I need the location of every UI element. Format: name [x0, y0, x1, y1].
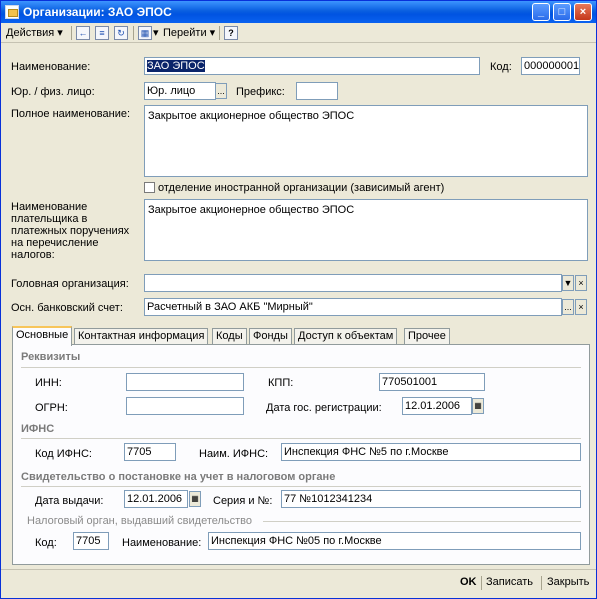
goto-menu[interactable]: Перейти ▾	[163, 25, 215, 41]
issuer-name-input[interactable]: Инспекция ФНС №05 по г.Москве	[208, 532, 581, 550]
entity-type-label: Юр. / физ. лицо:	[11, 86, 95, 98]
reg-date-label: Дата гос. регистрации:	[266, 402, 382, 414]
section-divider	[21, 486, 581, 487]
tab-contact-info[interactable]: Контактная информация	[74, 328, 209, 345]
tab-panel-main: Реквизиты ИНН: КПП: 770501001 ОГРН: Дата…	[12, 344, 590, 565]
head-org-clear-button[interactable]: ×	[575, 275, 587, 291]
tab-object-access[interactable]: Доступ к объектам	[294, 328, 398, 345]
series-label: Серия и №:	[213, 495, 273, 507]
back-arrow-icon[interactable]: ←	[76, 26, 90, 40]
structure-dropdown[interactable]: ▾	[153, 25, 159, 41]
ok-button[interactable]: OK	[460, 576, 477, 588]
full-name-label: Полное наименование:	[11, 108, 131, 120]
kpp-input[interactable]: 770501001	[379, 373, 485, 391]
toolbar-separator	[133, 26, 134, 40]
toolbar-separator	[219, 26, 220, 40]
ifns-code-label: Код ИФНС:	[35, 448, 92, 460]
full-name-textarea[interactable]: Закрытое акционерное общество ЭПОС	[144, 105, 588, 177]
issuer-subtitle: Налоговый орган, выдавший свидетельство	[27, 515, 253, 527]
close-button[interactable]: ×	[574, 3, 592, 21]
ifns-name-input[interactable]: Инспекция ФНС №5 по г.Москве	[281, 443, 581, 461]
issue-date-label: Дата выдачи:	[35, 495, 104, 507]
payer-name-label: Наименование плательщика в платежных пор…	[11, 201, 130, 261]
button-separator	[541, 576, 542, 590]
actions-menu-label: Действия	[6, 27, 55, 39]
ifns-name-label: Наим. ИФНС:	[199, 448, 269, 460]
ifns-code-input[interactable]: 7705	[124, 443, 176, 461]
prefix-label: Префикс:	[236, 86, 285, 98]
name-value: ЗАО ЭПОС	[147, 60, 205, 72]
actions-menu[interactable]: Действия ▾	[6, 25, 63, 41]
entity-type-select-button[interactable]: ...	[215, 83, 227, 99]
calendar-icon[interactable]: ▦	[472, 398, 484, 414]
issuer-name-label: Наименование:	[122, 537, 202, 549]
ogrn-label: ОГРН:	[35, 402, 68, 414]
toolbar-separator	[71, 26, 72, 40]
inn-input[interactable]	[126, 373, 244, 391]
minimize-button[interactable]: _	[532, 3, 550, 21]
section-divider	[263, 521, 581, 522]
issuer-code-input[interactable]: 7705	[73, 532, 109, 550]
code-input[interactable]: 000000001	[521, 57, 580, 75]
button-bar: OK Записать Закрыть	[1, 569, 596, 598]
head-org-label: Головная организация:	[11, 278, 129, 290]
help-icon[interactable]: ?	[224, 26, 238, 40]
tab-other[interactable]: Прочее	[404, 328, 450, 345]
organization-window: Организации: ЗАО ЭПОС _ □ × Действия ▾ ←…	[0, 0, 597, 599]
bank-account-input[interactable]: Расчетный в ЗАО АКБ "Мирный"	[144, 298, 562, 316]
save-button[interactable]: Записать	[486, 576, 533, 588]
reg-date-input[interactable]: 12.01.2006	[402, 397, 472, 415]
certificate-section-title: Свидетельство о постановке на учет в нал…	[21, 471, 336, 483]
ogrn-input[interactable]	[126, 397, 244, 415]
title-bar: Организации: ЗАО ЭПОС _ □ ×	[1, 1, 596, 23]
ifns-section-title: ИФНС	[21, 423, 55, 435]
tab-funds[interactable]: Фонды	[249, 328, 292, 345]
foreign-branch-checkbox[interactable]	[144, 182, 155, 193]
maximize-button[interactable]: □	[553, 3, 571, 21]
calendar-icon[interactable]: ▦	[189, 491, 201, 507]
name-input[interactable]: ЗАО ЭПОС	[144, 57, 480, 75]
payer-name-textarea[interactable]: Закрытое акционерное общество ЭПОС	[144, 199, 588, 261]
head-org-input[interactable]	[144, 274, 562, 292]
issuer-code-label: Код:	[35, 537, 57, 549]
code-label: Код:	[490, 61, 512, 73]
tab-codes[interactable]: Коды	[212, 328, 247, 345]
series-input[interactable]: 77 №1012341234	[281, 490, 581, 508]
close-form-button[interactable]: Закрыть	[547, 576, 589, 588]
button-separator	[481, 576, 482, 590]
inn-label: ИНН:	[35, 377, 62, 389]
issue-date-input[interactable]: 12.01.2006	[124, 490, 188, 508]
bank-account-clear-button[interactable]: ×	[575, 299, 587, 315]
goto-menu-label: Перейти	[163, 27, 207, 39]
bank-account-select-button[interactable]: ...	[562, 299, 574, 315]
prefix-input[interactable]	[296, 82, 338, 100]
foreign-branch-label: отделение иностранной организации (завис…	[158, 182, 445, 194]
section-divider	[21, 438, 581, 439]
tab-main[interactable]: Основные	[12, 326, 73, 346]
name-label: Наименование:	[11, 61, 91, 73]
refresh-icon[interactable]: ↻	[114, 26, 128, 40]
kpp-label: КПП:	[268, 377, 294, 389]
head-org-dropdown-button[interactable]: ▼	[562, 275, 574, 291]
document-list-icon[interactable]: ≡	[95, 26, 109, 40]
section-divider	[21, 367, 581, 368]
window-icon	[5, 5, 19, 19]
details-section-title: Реквизиты	[21, 351, 81, 363]
bank-account-label: Осн. банковский счет:	[11, 302, 123, 314]
entity-type-input[interactable]: Юр. лицо	[144, 82, 216, 100]
toolbar: Действия ▾ ← ≡ ↻ ▦ ▾ Перейти ▾ ?	[1, 23, 596, 43]
window-title: Организации: ЗАО ЭПОС	[23, 5, 172, 19]
structure-icon[interactable]: ▦	[138, 26, 152, 40]
